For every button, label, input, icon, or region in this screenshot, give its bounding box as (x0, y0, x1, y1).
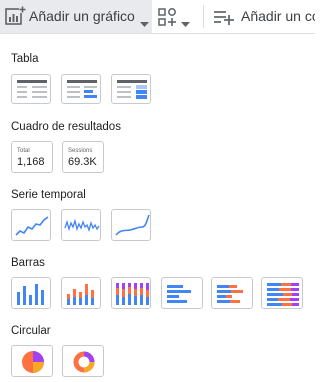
percent-stacked-column-icon (116, 283, 149, 305)
add-chart-label: Añadir un gráfico (29, 8, 135, 24)
chart-option-donut[interactable] (62, 345, 104, 377)
scorecard-label: Total (17, 148, 30, 154)
chart-option-table[interactable] (11, 74, 51, 104)
pie-chart-icon (22, 351, 44, 373)
toolbar: Añadir un gráfico Añadir un co (0, 0, 315, 34)
donut-chart-icon (73, 351, 95, 373)
caret-down-icon (140, 14, 149, 32)
add-control-button[interactable]: Añadir un co (212, 0, 315, 33)
caret-down-icon (181, 14, 190, 32)
bar-chart-icon (167, 285, 191, 303)
section-title-timeseries: Serie temporal (11, 189, 86, 201)
scorecard-value: 1,168 (17, 156, 45, 168)
percent-stacked-bar-icon (267, 283, 299, 306)
add-control-label: Añadir un co (241, 8, 315, 24)
add-control-icon (157, 6, 179, 33)
section-title-table: Tabla (11, 53, 39, 65)
toolbar-divider (203, 5, 204, 28)
add-control-menu-button[interactable] (157, 0, 193, 33)
chart-option-table-bars[interactable] (61, 74, 101, 104)
chart-option-100-stacked-column[interactable] (111, 277, 151, 309)
chart-option-column[interactable] (11, 277, 51, 309)
stacked-bar-icon (217, 285, 243, 303)
column-chart-icon (17, 284, 44, 305)
chart-option-scorecard[interactable]: Total 1,168 (11, 141, 53, 173)
scorecard-label: Sessions (68, 148, 93, 154)
stacked-column-icon (67, 284, 94, 305)
chart-option-timeseries-smoothed[interactable] (111, 209, 151, 241)
table-bars-icon (67, 80, 97, 98)
section-title-pie: Circular (11, 325, 51, 337)
filter-add-icon (212, 6, 234, 33)
smoothed-line-icon (115, 214, 150, 236)
chart-option-table-heatmap[interactable] (111, 74, 151, 104)
chart-option-timeseries[interactable] (11, 209, 51, 241)
section-title-scorecard: Cuadro de resultados (11, 121, 121, 133)
add-chart-button[interactable]: Añadir un gráfico (0, 0, 152, 33)
table-heatmap-icon (117, 80, 147, 99)
chart-option-stacked-bar[interactable] (211, 277, 253, 309)
chart-option-100-stacked-bar[interactable] (261, 277, 303, 309)
timeseries-icon (15, 216, 49, 236)
section-title-bar: Barras (11, 257, 45, 269)
chart-option-stacked-column[interactable] (61, 277, 101, 309)
chart-option-timeseries-sparkline[interactable] (61, 209, 101, 241)
table-icon (17, 80, 47, 98)
add-chart-icon (4, 6, 26, 33)
chart-option-pie[interactable] (11, 345, 53, 377)
sparkline-icon (64, 218, 100, 233)
chart-option-scorecard-compact[interactable]: Sessions 69.3K (62, 141, 104, 173)
scorecard-value: 69.3K (68, 156, 97, 168)
chart-option-bar[interactable] (161, 277, 203, 309)
